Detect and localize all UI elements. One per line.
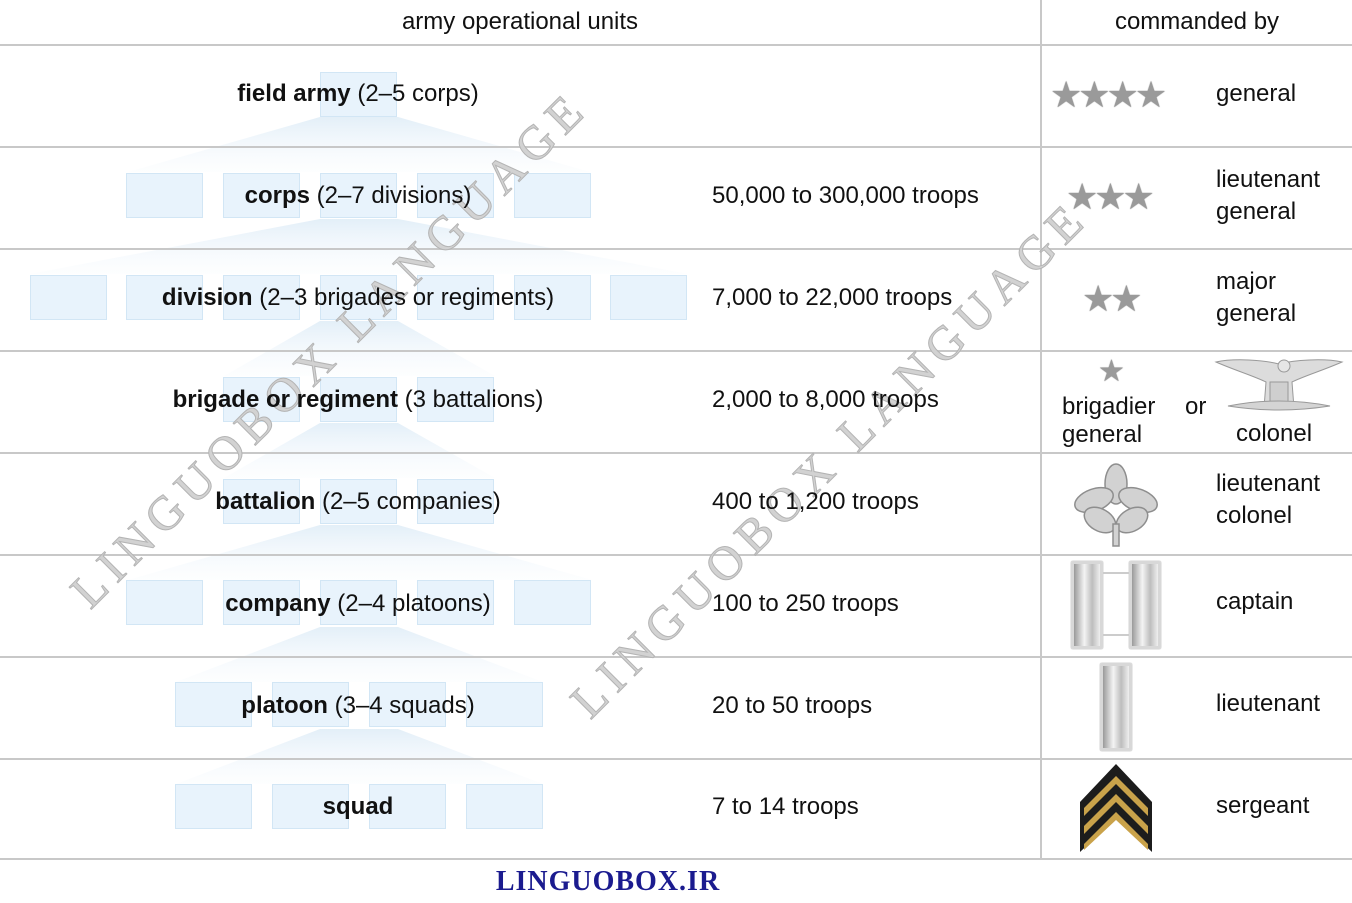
oak-leaf-icon [1074, 463, 1158, 547]
divider [0, 656, 1352, 658]
fan-battalion [128, 525, 592, 580]
troop-count: 7 to 14 troops [712, 793, 859, 820]
header-commanded-by: commanded by [1114, 8, 1280, 35]
footer-site-label: LINGUOBOX.IR [495, 866, 721, 897]
rank-label: major general [1216, 268, 1297, 327]
rank-label: general [1216, 80, 1297, 107]
four-stars-icon: ★★★★ [1050, 74, 1167, 115]
header-units: army operational units [401, 8, 639, 35]
captain-bar-icon [1129, 561, 1161, 649]
divider [0, 146, 1352, 148]
single-bar-icon [1100, 663, 1132, 751]
unit-label: field army (2–5 corps) [237, 80, 479, 107]
rank-label: lieutenant colonel [1216, 470, 1321, 529]
fan-division [224, 321, 495, 376]
rank-or: or [1185, 393, 1207, 420]
troop-count: 7,000 to 22,000 troops [712, 284, 953, 311]
unit-label: battalion (2–5 companies) [215, 488, 501, 515]
rank-label: sergeant [1216, 792, 1310, 819]
unit-label: company (2–4 platoons) [225, 590, 491, 617]
troop-count: 2,000 to 8,000 troops [712, 386, 939, 413]
unit-label: brigade or regiment (3 battalions) [172, 386, 544, 413]
divider [0, 44, 1352, 46]
troop-count: 400 to 1,200 troops [712, 488, 919, 515]
divider [0, 554, 1352, 556]
hierarchy-diagram [30, 117, 688, 784]
rank-label-colonel: colonel [1236, 420, 1313, 447]
divider [0, 248, 1352, 250]
rank-label-brigadier: brigadier general [1062, 393, 1156, 448]
column-divider [1040, 0, 1042, 859]
fan-brigade [224, 423, 495, 478]
fan-corps [30, 219, 688, 274]
unit-label: squad [322, 793, 394, 820]
eagle-icon [1214, 359, 1344, 411]
unit-label: corps (2–7 divisions) [244, 182, 472, 209]
divider [0, 350, 1352, 352]
chevron-icon [1080, 764, 1152, 852]
unit-label: platoon (3–4 squads) [241, 692, 475, 719]
troop-count: 20 to 50 troops [712, 692, 873, 719]
one-star-icon: ★ [1098, 355, 1125, 388]
troop-count: 100 to 250 troops [712, 590, 899, 617]
captain-bar-connector [1103, 572, 1129, 636]
rank-label: captain [1216, 588, 1294, 615]
divider [0, 858, 1352, 860]
fan-company [176, 627, 543, 682]
fan-field-army [128, 117, 590, 172]
fan-platoon [176, 729, 543, 784]
rank-label: lieutenant [1216, 690, 1321, 717]
divider [0, 452, 1352, 454]
divider [0, 758, 1352, 760]
captain-bar-icon [1071, 561, 1103, 649]
rank-label: lieutenant general [1216, 166, 1321, 225]
two-stars-icon: ★★ [1082, 278, 1143, 319]
unit-label: division (2–3 brigades or regiments) [161, 284, 555, 311]
three-stars-icon: ★★★ [1066, 176, 1155, 217]
troop-count: 50,000 to 300,000 troops [712, 182, 979, 209]
